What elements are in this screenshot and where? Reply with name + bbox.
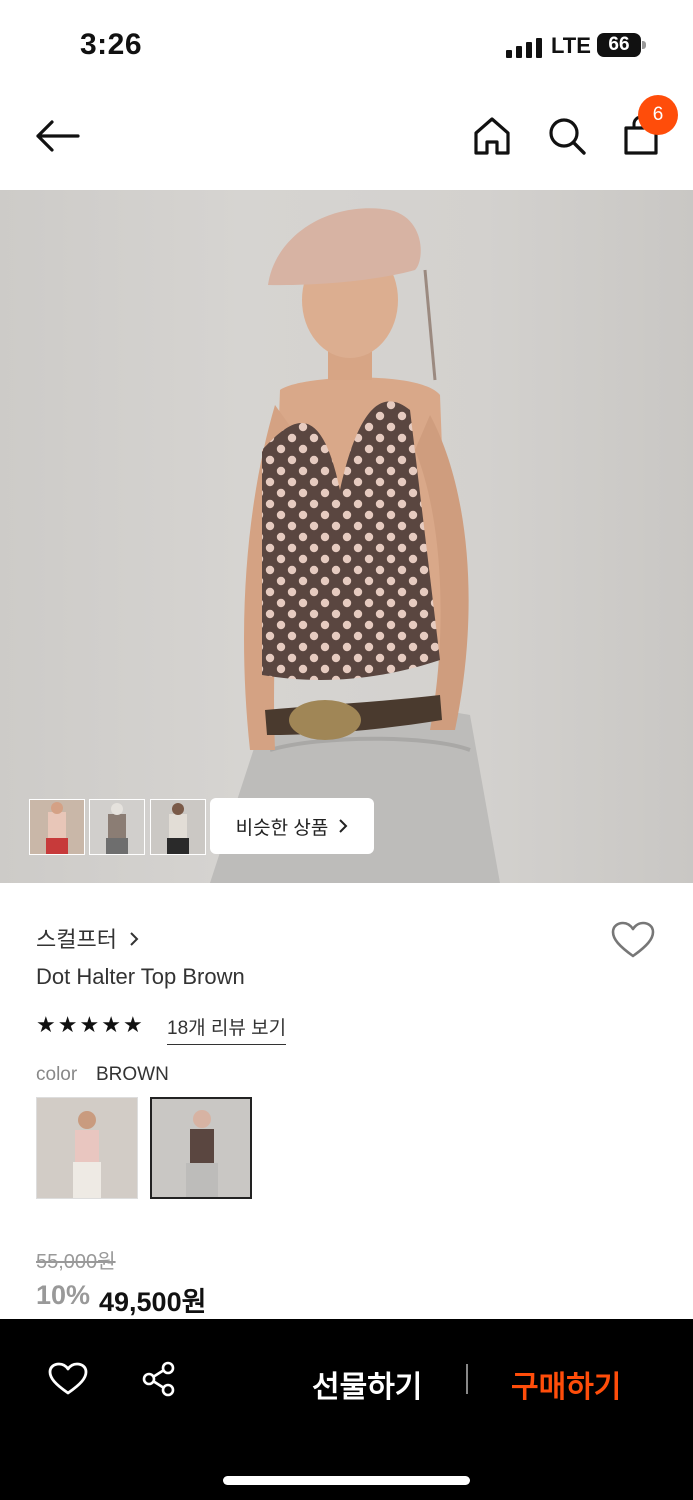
signal-icon bbox=[506, 36, 542, 58]
color-option-2-selected[interactable] bbox=[150, 1097, 252, 1199]
rating-stars: ★ ★ ★ ★ ★ bbox=[36, 1012, 143, 1038]
similar-products-label: 비슷한 상품 bbox=[235, 817, 329, 839]
product-title: Dot Halter Top Brown bbox=[36, 964, 245, 989]
network-label: LTE bbox=[551, 33, 591, 58]
original-price: 55,000원 bbox=[36, 1251, 116, 1273]
gallery-thumbnail-2[interactable] bbox=[89, 799, 145, 855]
gallery-thumbnail-1[interactable] bbox=[29, 799, 85, 855]
star-icon: ★ bbox=[57, 1012, 78, 1037]
brand-link[interactable]: 스컬프터 bbox=[36, 922, 139, 954]
chevron-right-icon bbox=[339, 819, 348, 833]
color-value: BROWN bbox=[96, 1064, 169, 1085]
gallery-thumbnail-3[interactable] bbox=[150, 799, 206, 855]
discount-rate: 10% bbox=[36, 1280, 91, 1310]
gift-button[interactable]: 선물하기 bbox=[312, 1362, 422, 1406]
product-main-image[interactable] bbox=[0, 190, 693, 883]
back-arrow-icon[interactable] bbox=[34, 118, 80, 154]
chevron-right-icon bbox=[130, 932, 139, 946]
cart-count-badge: 6 bbox=[638, 95, 678, 135]
buy-button[interactable]: 구매하기 bbox=[511, 1362, 621, 1406]
star-icon: ★ bbox=[79, 1012, 100, 1037]
search-icon[interactable] bbox=[547, 116, 587, 156]
share-icon[interactable] bbox=[140, 1360, 178, 1398]
color-option-1[interactable] bbox=[36, 1097, 138, 1199]
action-divider bbox=[466, 1364, 468, 1394]
battery-icon: 66 bbox=[597, 33, 641, 57]
bottom-action-bar bbox=[0, 1319, 693, 1500]
bottom-heart-icon[interactable] bbox=[48, 1362, 88, 1396]
wishlist-heart-icon[interactable] bbox=[611, 921, 655, 959]
home-indicator bbox=[223, 1476, 470, 1485]
status-time: 3:26 bbox=[80, 28, 143, 61]
color-label: color bbox=[36, 1064, 78, 1085]
battery-tip bbox=[642, 41, 646, 49]
star-icon: ★ bbox=[101, 1012, 121, 1037]
brand-name: 스컬프터 bbox=[36, 927, 117, 952]
similar-products-button[interactable]: 비슷한 상품 bbox=[210, 798, 374, 854]
review-link[interactable]: 18개 리뷰 보기 bbox=[167, 1013, 287, 1045]
sale-price: 49,500원 bbox=[99, 1287, 207, 1317]
star-icon: ★ bbox=[36, 1012, 56, 1037]
home-icon[interactable] bbox=[473, 116, 511, 156]
star-icon: ★ bbox=[122, 1012, 143, 1037]
